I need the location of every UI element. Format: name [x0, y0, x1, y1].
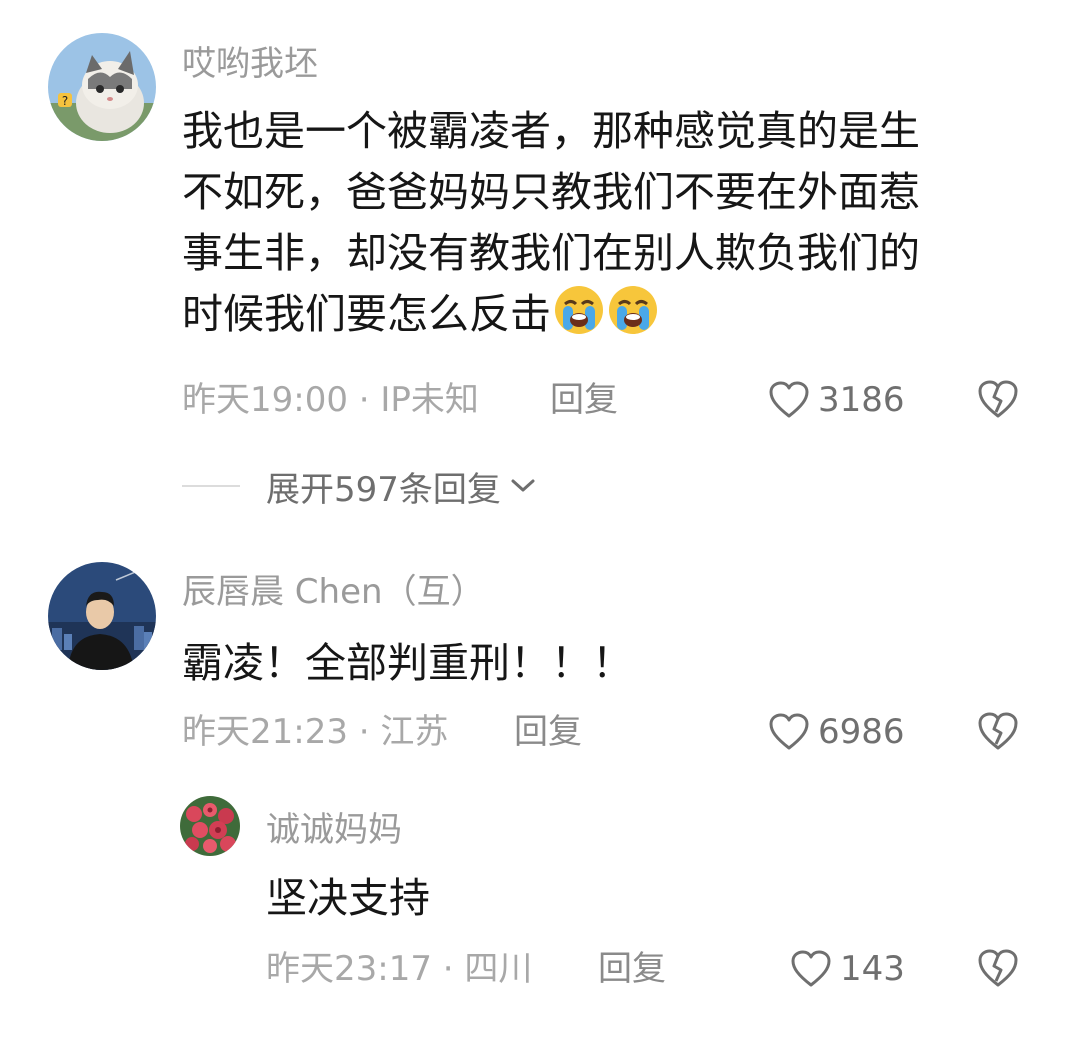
like-count: 3186 — [818, 380, 905, 420]
username[interactable]: 诚诚妈妈 — [266, 810, 402, 850]
username[interactable]: 辰唇晨 Chen（互） — [182, 572, 485, 612]
like-button[interactable]: 6986 — [768, 710, 905, 754]
chevron-down-icon — [511, 479, 535, 492]
divider — [182, 485, 240, 487]
dislike-button[interactable] — [976, 378, 1020, 422]
expand-replies-row: 展开597条回复 — [182, 462, 537, 510]
comment-meta: 昨天19:00 · IP未知 — [182, 380, 479, 420]
like-count: 6986 — [818, 712, 905, 752]
reply-button[interactable]: 回复 — [598, 949, 666, 989]
expand-replies-label: 展开597条回复 — [266, 469, 501, 510]
comment-text: 坚决支持 — [266, 874, 430, 922]
username[interactable]: 哎哟我坯 — [182, 44, 318, 84]
reply-button[interactable]: 回复 — [514, 712, 582, 752]
avatar[interactable] — [48, 562, 156, 670]
svg-text:?: ? — [62, 94, 68, 108]
loudly-crying-face-icon — [607, 284, 659, 336]
heart-outline-icon — [768, 380, 810, 420]
cat-avatar-image: ? — [48, 33, 156, 141]
loudly-crying-face-icon — [553, 284, 605, 336]
roses-avatar-image — [180, 796, 240, 856]
comment-item: ? 哎哟我坯 我也是一个被霸凌者，那种感觉真的是生 不如死，爸爸妈妈只教我们不要… — [0, 0, 1080, 520]
dislike-button[interactable] — [976, 947, 1020, 991]
reply-item: 诚诚妈妈 坚决支持 昨天23:17 · 四川 回复 143 — [0, 780, 1080, 1044]
reply-button[interactable]: 回复 — [550, 380, 618, 420]
comment-item: 辰唇晨 Chen（互） 霸凌！全部判重刑！！！ 昨天21:23 · 江苏 回复 … — [0, 540, 1080, 780]
comment-text-line-text: 时候我们要怎么反击 — [182, 290, 551, 338]
comment-text-line: 我也是一个被霸凌者，那种感觉真的是生 — [182, 107, 920, 155]
broken-heart-icon — [976, 947, 1020, 989]
like-button[interactable]: 3186 — [768, 378, 905, 422]
heart-outline-icon — [768, 712, 810, 752]
avatar[interactable] — [180, 796, 240, 856]
broken-heart-icon — [976, 710, 1020, 752]
broken-heart-icon — [976, 378, 1020, 420]
comment-text-line: 事生非，却没有教我们在别人欺负我们的 — [182, 229, 920, 277]
heart-outline-icon — [790, 949, 832, 989]
comment-text: 我也是一个被霸凌者，那种感觉真的是生 不如死，爸爸妈妈只教我们不要在外面惹 事生… — [182, 101, 920, 345]
expand-replies-button[interactable]: 展开597条回复 — [266, 462, 537, 511]
comment-meta: 昨天21:23 · 江苏 — [182, 712, 449, 752]
comment-text-line: 时候我们要怎么反击 — [182, 284, 920, 345]
person-avatar-image — [48, 562, 156, 670]
comment-text: 霸凌！全部判重刑！！！ — [182, 639, 633, 687]
like-count: 143 — [840, 949, 905, 989]
like-button[interactable]: 143 — [790, 947, 905, 991]
dislike-button[interactable] — [976, 710, 1020, 754]
avatar[interactable]: ? — [48, 33, 156, 141]
comment-text-line: 不如死，爸爸妈妈只教我们不要在外面惹 — [182, 168, 920, 216]
comment-meta: 昨天23:17 · 四川 — [266, 949, 533, 989]
